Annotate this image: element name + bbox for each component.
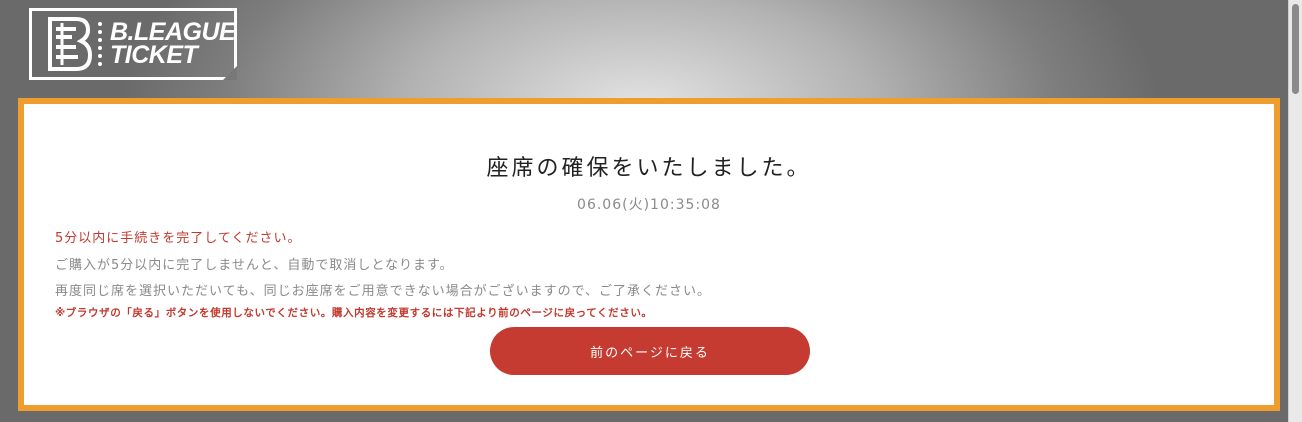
reselect-notice: 再度同じ席を選択いただいても、同じお座席をご用意できない場合がございますので、ご… xyxy=(55,284,712,299)
auto-cancel-message: ご購入が5分以内に完了しませんと、自動で取消しとなります。 xyxy=(55,258,454,273)
bleague-logo-mark-icon xyxy=(46,12,92,76)
logo-line-2: TICKET xyxy=(110,41,198,69)
logo-wordmark: B.LEAGUE TICKET xyxy=(110,20,236,69)
bleague-ticket-logo[interactable]: B.LEAGUE TICKET xyxy=(29,8,237,80)
back-to-previous-page-button[interactable]: 前のページに戻る xyxy=(490,327,810,375)
deadline-message: 5分以内に手続きを完了してください。 xyxy=(55,231,302,246)
logo-divider xyxy=(98,22,102,66)
logo-corner-notch xyxy=(223,66,237,80)
page-scrollbar[interactable] xyxy=(1288,0,1302,422)
reservation-timestamp: 06.06(火)10:35:08 xyxy=(577,197,721,213)
page-title: 座席の確保をいたしました。 xyxy=(486,156,812,181)
browser-back-warning: ※ブラウザの「戻る」ボタンを使用しないでください。購入内容を変更するには下記より… xyxy=(55,307,653,319)
reservation-confirmation-panel: 座席の確保をいたしました。 06.06(火)10:35:08 5分以内に手続きを… xyxy=(18,98,1280,411)
scrollbar-thumb[interactable] xyxy=(1292,4,1299,94)
